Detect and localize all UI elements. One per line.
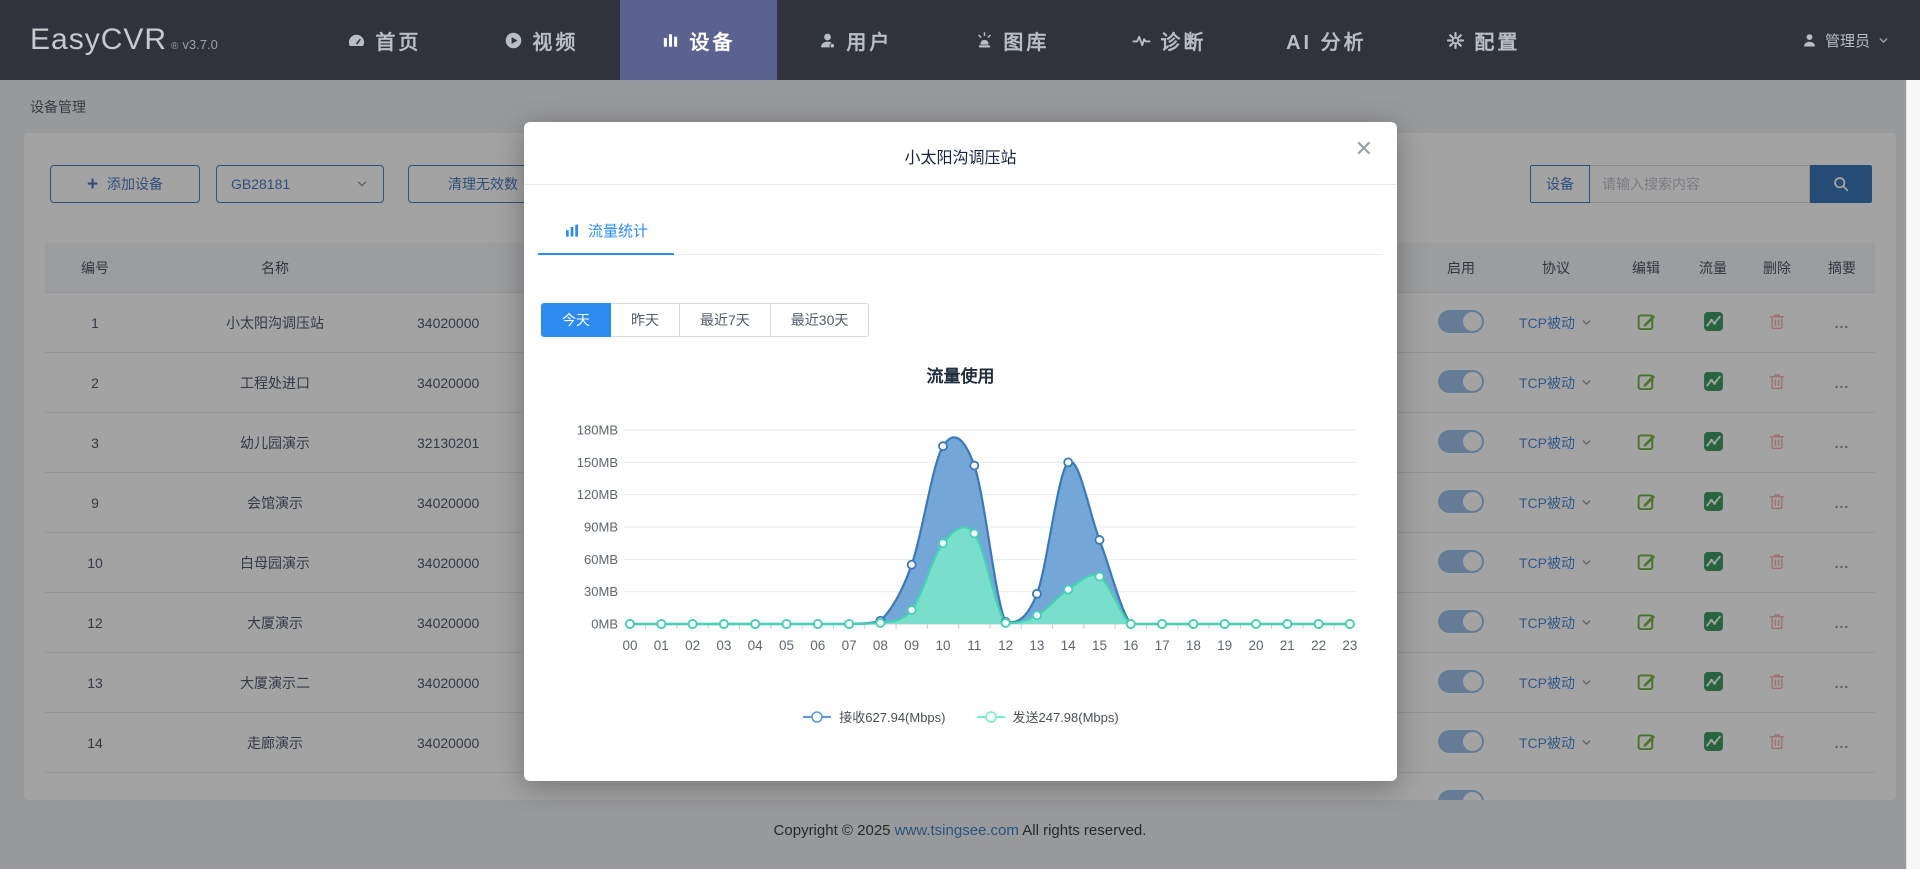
svg-text:20: 20 bbox=[1248, 638, 1263, 653]
svg-text:11: 11 bbox=[967, 638, 981, 653]
svg-text:05: 05 bbox=[779, 638, 794, 653]
svg-text:30MB: 30MB bbox=[584, 584, 618, 599]
nav-item-diagnosis[interactable]: 诊断 bbox=[1091, 0, 1248, 80]
chevron-down-icon bbox=[1877, 34, 1890, 47]
range-yesterday-button[interactable]: 昨天 bbox=[610, 303, 680, 337]
admin-menu[interactable]: 管理员 bbox=[1801, 30, 1890, 51]
nav-item-home[interactable]: 首页 bbox=[306, 0, 463, 80]
svg-text:90MB: 90MB bbox=[584, 520, 618, 535]
range-today-button[interactable]: 今天 bbox=[541, 303, 611, 337]
browser-scrollbar[interactable] bbox=[1906, 80, 1920, 869]
bar-chart-icon bbox=[564, 223, 580, 239]
legend-line-icon bbox=[976, 710, 1006, 724]
legend-send[interactable]: 发送247.98(Mbps) bbox=[976, 707, 1119, 726]
svg-text:19: 19 bbox=[1217, 638, 1232, 653]
legend-receive[interactable]: 接收627.94(Mbps) bbox=[802, 707, 945, 726]
divider bbox=[524, 184, 1397, 185]
nav-label: 视频 bbox=[532, 26, 578, 55]
brand-version: v3.7.0 bbox=[182, 37, 217, 52]
nav-label: 设备 bbox=[689, 26, 735, 55]
svg-text:10: 10 bbox=[935, 638, 950, 653]
area-chart: 0MB 30MB 60MB 90MB 120MB 150MB 180MB 00 01 02 03 04… bbox=[550, 412, 1370, 668]
svg-text:22: 22 bbox=[1311, 638, 1326, 653]
legend-line-icon bbox=[802, 710, 832, 724]
svg-text:12: 12 bbox=[998, 638, 1013, 653]
tab-label: 流量统计 bbox=[588, 220, 648, 241]
nav-label: 用户 bbox=[846, 26, 892, 55]
svg-text:120MB: 120MB bbox=[577, 487, 618, 502]
range-button-group: 今天 昨天 最近7天 最近30天 bbox=[541, 303, 869, 337]
admin-label: 管理员 bbox=[1825, 30, 1870, 51]
nav-menu: 首页 视频 设备 用户 图库 诊断 AI 分析 配置 bbox=[306, 0, 1562, 80]
svg-text:150MB: 150MB bbox=[577, 455, 618, 470]
tab-traffic-stats[interactable]: 流量统计 bbox=[538, 210, 674, 255]
registered-mark: ® bbox=[171, 41, 178, 52]
svg-text:21: 21 bbox=[1280, 638, 1295, 653]
nav-label: AI 分析 bbox=[1286, 26, 1367, 55]
svg-text:00: 00 bbox=[622, 638, 637, 653]
person-icon bbox=[1801, 32, 1818, 49]
modal-title: 小太阳沟调压站 bbox=[524, 144, 1397, 168]
svg-text:180MB: 180MB bbox=[577, 423, 618, 438]
chart-title: 流量使用 bbox=[524, 362, 1397, 387]
range-7days-button[interactable]: 最近7天 bbox=[679, 303, 771, 337]
svg-text:16: 16 bbox=[1123, 638, 1138, 653]
svg-text:02: 02 bbox=[685, 638, 700, 653]
alarm-beacon-icon bbox=[975, 31, 994, 50]
nav-item-device[interactable]: 设备 bbox=[620, 0, 777, 80]
svg-text:09: 09 bbox=[904, 638, 919, 653]
range-30days-button[interactable]: 最近30天 bbox=[770, 303, 870, 337]
svg-text:14: 14 bbox=[1061, 638, 1077, 653]
svg-text:08: 08 bbox=[873, 638, 888, 653]
top-navbar: EasyCVR ® v3.7.0 首页 视频 设备 用户 图库 诊断 AI 分析… bbox=[0, 0, 1920, 80]
nav-item-config[interactable]: 配置 bbox=[1405, 0, 1562, 80]
pulse-icon bbox=[1132, 31, 1151, 50]
nav-label: 首页 bbox=[375, 26, 421, 55]
legend-label: 接收627.94(Mbps) bbox=[839, 707, 945, 726]
user-icon bbox=[818, 31, 837, 50]
svg-text:03: 03 bbox=[716, 638, 731, 653]
chart-legend: 接收627.94(Mbps) 发送247.98(Mbps) bbox=[524, 707, 1397, 726]
svg-text:15: 15 bbox=[1092, 638, 1107, 653]
nav-label: 诊断 bbox=[1160, 26, 1206, 55]
close-icon[interactable]: ✕ bbox=[1355, 138, 1373, 160]
brand-name: EasyCVR bbox=[30, 23, 167, 57]
traffic-chart: 0MB 30MB 60MB 90MB 120MB 150MB 180MB 00 01 02 03 04… bbox=[550, 412, 1370, 673]
svg-text:13: 13 bbox=[1029, 638, 1044, 653]
nav-item-gallery[interactable]: 图库 bbox=[934, 0, 1091, 80]
svg-text:07: 07 bbox=[842, 638, 857, 653]
nav-label: 配置 bbox=[1474, 26, 1520, 55]
dashboard-icon bbox=[347, 31, 366, 50]
nav-label: 图库 bbox=[1003, 26, 1049, 55]
nav-item-user[interactable]: 用户 bbox=[777, 0, 934, 80]
modal-tabbar: 流量统计 bbox=[538, 210, 1381, 255]
device-bars-icon bbox=[661, 31, 680, 50]
svg-text:06: 06 bbox=[810, 638, 825, 653]
svg-text:18: 18 bbox=[1186, 638, 1201, 653]
legend-label: 发送247.98(Mbps) bbox=[1013, 707, 1119, 726]
nav-item-video[interactable]: 视频 bbox=[463, 0, 620, 80]
svg-text:23: 23 bbox=[1342, 638, 1357, 653]
nav-item-ai[interactable]: AI 分析 bbox=[1248, 0, 1405, 80]
svg-text:60MB: 60MB bbox=[584, 552, 618, 567]
brand: EasyCVR ® v3.7.0 bbox=[30, 23, 218, 57]
svg-text:04: 04 bbox=[748, 638, 764, 653]
gear-icon bbox=[1446, 31, 1465, 50]
svg-text:17: 17 bbox=[1155, 638, 1170, 653]
svg-text:01: 01 bbox=[654, 638, 669, 653]
video-play-icon bbox=[504, 31, 523, 50]
svg-text:0MB: 0MB bbox=[591, 617, 618, 632]
traffic-modal: 小太阳沟调压站 ✕ 流量统计 今天 昨天 最近7天 最近30天 流量使用 0MB… bbox=[524, 122, 1397, 781]
